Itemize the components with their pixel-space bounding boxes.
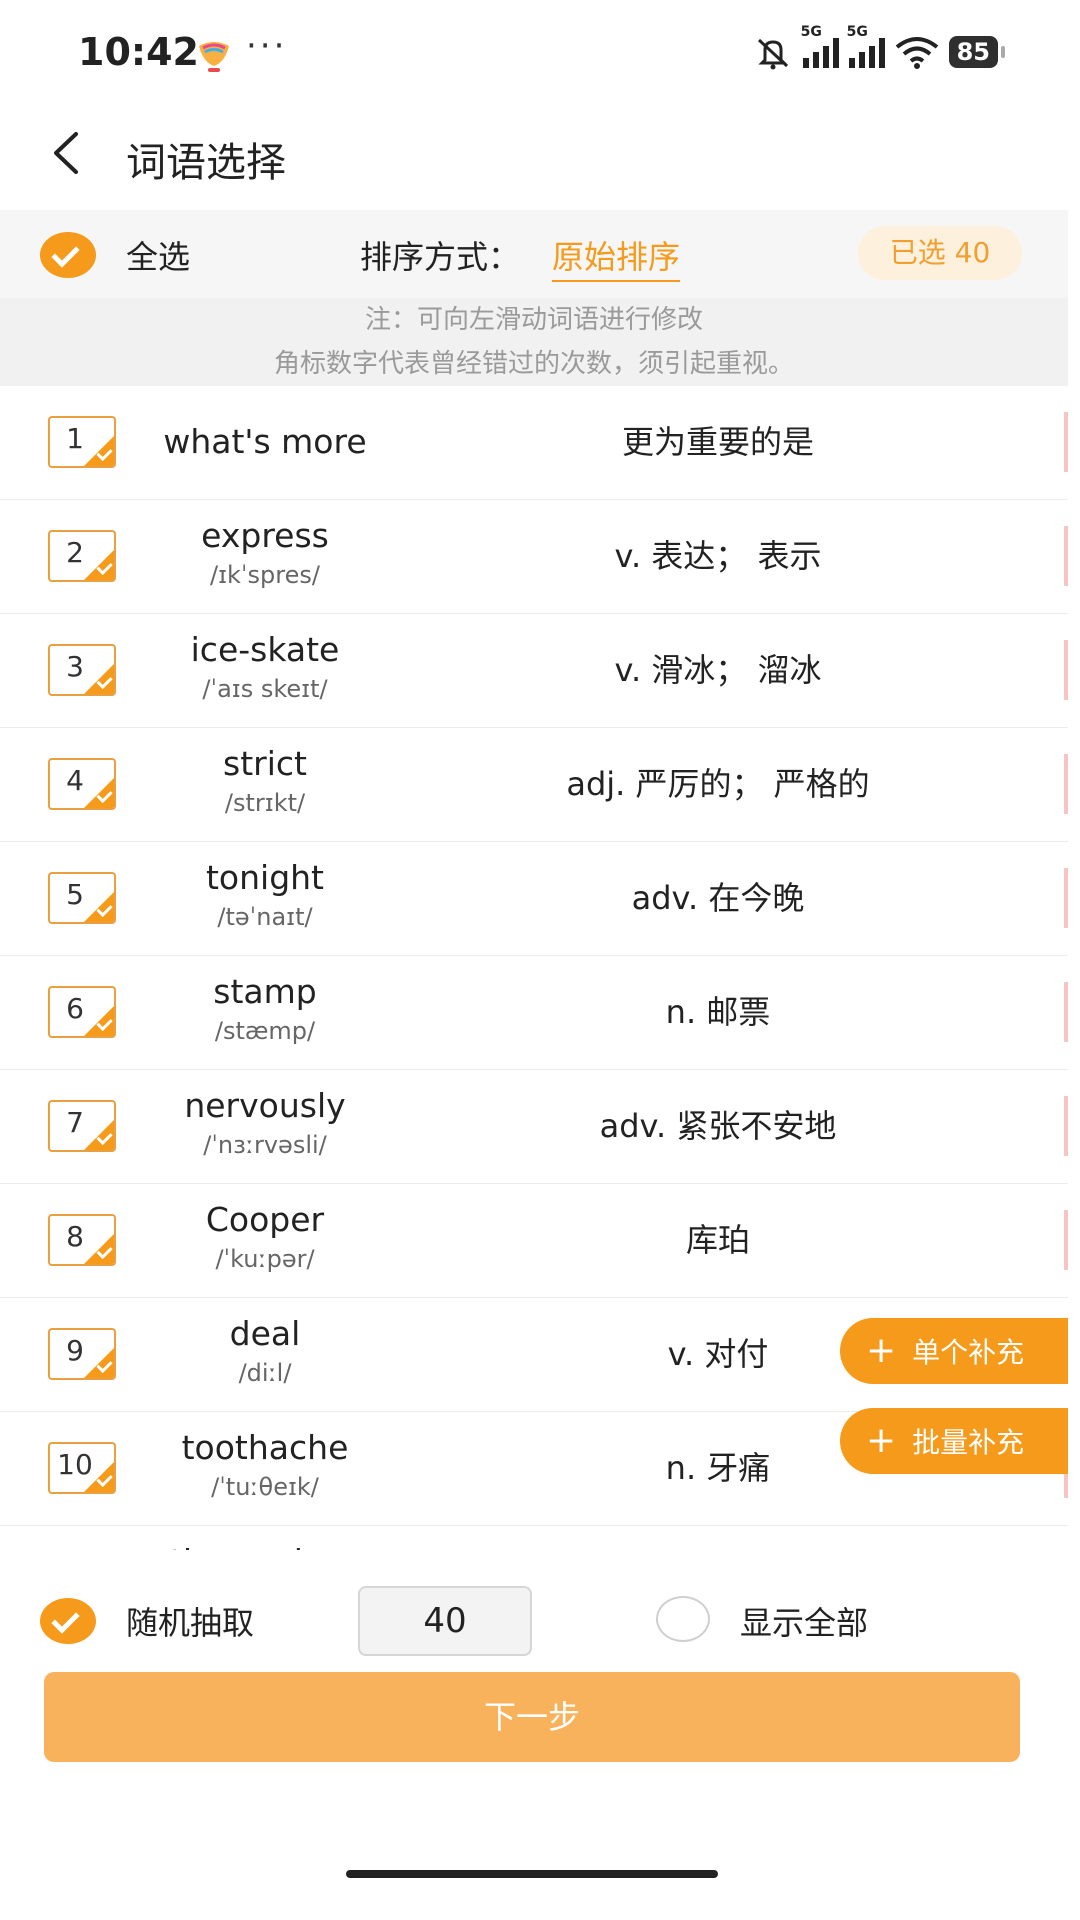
word-text: nervously bbox=[184, 1086, 346, 1125]
word-meaning: adv. 在今晚 bbox=[631, 879, 805, 917]
word-row[interactable]: 2 express/ɪkˈspres/ v. 表达； 表示 bbox=[0, 500, 1068, 614]
show-all-label[interactable]: 显示全部 bbox=[740, 1598, 868, 1644]
hint-line-2: 角标数字代表曾经错过的次数，须引起重视。 bbox=[273, 349, 794, 379]
word-meaning: 更为重要的是 bbox=[621, 423, 814, 461]
word-text: what's more bbox=[163, 422, 367, 461]
word-phonetic: /strɪkt/ bbox=[224, 789, 306, 817]
app-notification-icon bbox=[199, 42, 229, 72]
select-all-check-icon[interactable] bbox=[40, 232, 96, 278]
network-type-2: 5G bbox=[846, 24, 868, 40]
word-checkbox[interactable]: 2 bbox=[48, 530, 116, 582]
sort-mode-selector[interactable]: 原始排序 bbox=[552, 232, 681, 282]
word-checkbox[interactable]: 7 bbox=[48, 1100, 116, 1152]
show-all-radio[interactable] bbox=[656, 1596, 710, 1642]
word-row[interactable]: 7 nervously/ˈnɜːrvəsli/ adv. 紧张不安地 bbox=[0, 1070, 1068, 1184]
word-checkbox[interactable]: 8 bbox=[48, 1214, 116, 1266]
word-checkbox[interactable]: 3 bbox=[48, 644, 116, 696]
battery-indicator: 85 bbox=[948, 36, 1006, 68]
word-meaning: 库珀 bbox=[685, 1221, 750, 1259]
word-text: Cooper bbox=[205, 1200, 325, 1239]
plus-icon: + bbox=[866, 1420, 897, 1461]
word-meaning: v. 滑冰； 溜冰 bbox=[614, 651, 822, 689]
word-phonetic: /ˈaɪs skeɪt/ bbox=[202, 675, 328, 703]
word-list[interactable]: 1 what's more 更为重要的是 2 express/ɪkˈspres/… bbox=[0, 386, 1068, 1550]
random-pick-label[interactable]: 随机抽取 bbox=[126, 1598, 254, 1644]
word-row[interactable]: 11 themselves bbox=[0, 1526, 1068, 1550]
back-chevron-icon[interactable] bbox=[44, 128, 94, 178]
wifi-icon bbox=[895, 37, 938, 69]
single-add-label: 单个补充 bbox=[912, 1336, 1025, 1369]
more-notifications-icon: ··· bbox=[246, 26, 288, 66]
word-checkbox[interactable]: 5 bbox=[48, 872, 116, 924]
word-phonetic: /stæmp/ bbox=[214, 1017, 316, 1045]
mute-icon bbox=[757, 38, 788, 70]
word-meaning: adv. 紧张不安地 bbox=[599, 1107, 837, 1145]
word-checkbox[interactable]: 4 bbox=[48, 758, 116, 810]
word-row[interactable]: 6 stamp/stæmp/ n. 邮票 bbox=[0, 956, 1068, 1070]
word-phonetic: /diːl/ bbox=[238, 1359, 292, 1387]
word-row[interactable]: 3 ice-skate/ˈaɪs skeɪt/ v. 滑冰； 溜冰 bbox=[0, 614, 1068, 728]
random-pick-check-icon[interactable] bbox=[40, 1598, 96, 1644]
word-row[interactable]: 4 strict/strɪkt/ adj. 严厉的； 严格的 bbox=[0, 728, 1068, 842]
next-step-button[interactable]: 下一步 bbox=[44, 1672, 1020, 1762]
bottom-bar: 随机抽取 显示全部 下一步 bbox=[0, 1550, 1080, 1920]
batch-add-label: 批量补充 bbox=[912, 1426, 1025, 1459]
word-meaning: v. 表达； 表示 bbox=[614, 537, 822, 575]
sort-label: 排序方式： bbox=[360, 238, 521, 276]
network-type-1: 5G bbox=[800, 24, 822, 40]
batch-add-button[interactable]: + 批量补充 bbox=[840, 1408, 1068, 1474]
word-text: toothache bbox=[181, 1428, 349, 1467]
word-checkbox[interactable]: 10 bbox=[48, 1442, 116, 1494]
word-meaning: adj. 严厉的； 严格的 bbox=[566, 765, 870, 803]
word-text: deal bbox=[229, 1314, 301, 1353]
word-phonetic: /ˈtuːθeɪk/ bbox=[211, 1473, 319, 1501]
page-title: 词语选择 bbox=[126, 140, 286, 186]
word-text: express bbox=[201, 516, 329, 555]
word-text: themselves bbox=[130, 1542, 400, 1550]
word-text: tonight bbox=[205, 858, 324, 897]
selection-toolbar: 全选 排序方式： 原始排序 已选 40 bbox=[0, 210, 1068, 298]
word-phonetic: /ɪkˈspres/ bbox=[210, 561, 320, 589]
word-row[interactable]: 5 tonight/təˈnaɪt/ adv. 在今晚 bbox=[0, 842, 1068, 956]
word-row[interactable]: 8 Cooper/ˈkuːpər/ 库珀 bbox=[0, 1184, 1068, 1298]
word-text: strict bbox=[223, 744, 307, 783]
word-row[interactable]: 1 what's more 更为重要的是 bbox=[0, 386, 1068, 500]
word-checkbox[interactable]: 1 bbox=[48, 416, 116, 468]
selected-count-badge: 已选 40 bbox=[858, 226, 1022, 280]
title-bar: 词语选择 bbox=[0, 100, 1080, 210]
random-count-input[interactable] bbox=[358, 1586, 532, 1656]
word-phonetic: /təˈnaɪt/ bbox=[217, 903, 313, 931]
single-add-button[interactable]: + 单个补充 bbox=[840, 1318, 1068, 1384]
status-bar: 10:42 ··· 5G 5G 85 bbox=[0, 0, 1080, 100]
word-text: ice-skate bbox=[190, 630, 340, 669]
word-text: stamp bbox=[213, 972, 317, 1011]
word-checkbox[interactable]: 6 bbox=[48, 986, 116, 1038]
word-phonetic: /ˈkuːpər/ bbox=[215, 1245, 315, 1273]
home-indicator[interactable] bbox=[346, 1870, 718, 1878]
signal-1-icon: 5G bbox=[801, 24, 839, 68]
status-time: 10:42 bbox=[78, 30, 199, 74]
signal-2-icon: 5G bbox=[847, 24, 885, 68]
plus-icon: + bbox=[866, 1330, 897, 1371]
word-meaning: n. 邮票 bbox=[665, 993, 771, 1031]
select-all-label[interactable]: 全选 bbox=[126, 232, 190, 278]
hint-line-1: 注：可向左滑动词语进行修改 bbox=[364, 305, 703, 335]
word-phonetic: /ˈnɜːrvəsli/ bbox=[203, 1131, 327, 1159]
word-checkbox[interactable]: 9 bbox=[48, 1328, 116, 1380]
hint-note: 注：可向左滑动词语进行修改 角标数字代表曾经错过的次数，须引起重视。 bbox=[0, 298, 1068, 386]
